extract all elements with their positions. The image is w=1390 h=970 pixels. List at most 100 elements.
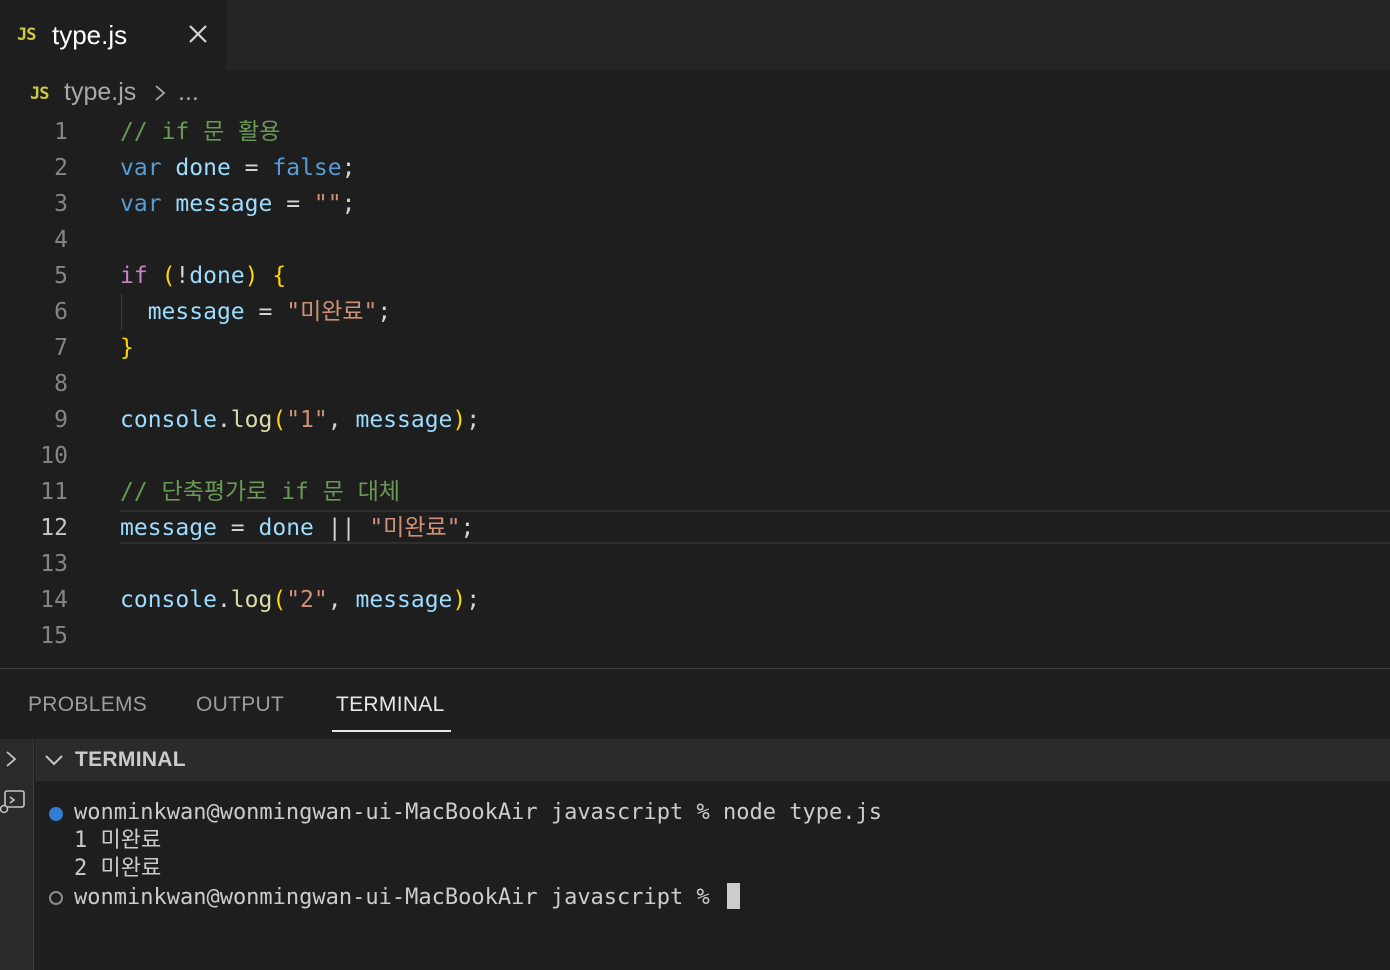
javascript-file-icon: JS xyxy=(17,25,37,45)
code-line[interactable]: 3 var message = ""; xyxy=(0,186,1390,222)
line-number: 6 xyxy=(54,299,68,325)
code-line[interactable]: 11 // 단축평가로 if 문 대체 xyxy=(0,474,1390,510)
code-line-active[interactable]: 12 message = done || "미완료"; xyxy=(0,510,1390,546)
terminal-icon[interactable] xyxy=(0,787,26,815)
code-token: if xyxy=(120,263,148,289)
code-token: ; xyxy=(377,299,392,325)
code-text: // if 문 활용 xyxy=(120,114,280,150)
command-idle-icon[interactable] xyxy=(49,891,63,905)
panel-tab-bar: PROBLEMS OUTPUT TERMINAL xyxy=(0,669,1390,739)
code-token: } xyxy=(120,335,134,361)
chevron-down-icon[interactable] xyxy=(44,753,64,767)
breadcrumb-file[interactable]: type.js xyxy=(64,78,136,107)
code-token: || xyxy=(327,515,356,541)
code-line[interactable]: 6 message = "미완료"; xyxy=(0,294,1390,330)
terminal-line: 2 미완료 xyxy=(74,856,162,881)
code-token: ) xyxy=(452,587,467,613)
code-token: false xyxy=(272,155,342,181)
tab-problems[interactable]: PROBLEMS xyxy=(28,693,147,717)
code-token: message xyxy=(355,407,453,433)
code-line[interactable]: 9 console.log("1", message); xyxy=(0,402,1390,438)
code-token: done xyxy=(189,263,245,289)
code-token: ) xyxy=(452,407,467,433)
code-token: done xyxy=(175,155,231,181)
code-line[interactable]: 4 xyxy=(0,222,1390,258)
line-number: 9 xyxy=(54,407,68,433)
code-token: ( xyxy=(272,407,287,433)
editor-tab-label: type.js xyxy=(52,20,128,50)
code-token: // 단축평가로 if 문 대체 xyxy=(120,479,401,505)
bottom-panel: PROBLEMS OUTPUT TERMINAL TERMINAL wonmin… xyxy=(0,668,1390,970)
terminal-section-header[interactable]: TERMINAL xyxy=(35,739,1390,781)
code-line[interactable]: 15 xyxy=(0,618,1390,654)
terminal-output[interactable]: wonminkwan@wonmingwan-ui-MacBookAir java… xyxy=(35,781,1390,970)
code-token: ! xyxy=(175,263,190,289)
code-line[interactable]: 14 console.log("2", message); xyxy=(0,582,1390,618)
tab-output[interactable]: OUTPUT xyxy=(196,693,284,717)
chevron-right-icon xyxy=(155,85,166,101)
code-line[interactable]: 13 xyxy=(0,546,1390,582)
code-text: console.log("2", message); xyxy=(120,582,480,618)
terminal-sidebar xyxy=(0,739,34,970)
code-token: var xyxy=(120,155,162,181)
code-token: ; xyxy=(341,155,356,181)
line-number: 7 xyxy=(54,335,68,361)
code-token: "" xyxy=(313,191,342,217)
terminal-prompt[interactable]: wonminkwan@wonmingwan-ui-MacBookAir java… xyxy=(74,883,741,912)
editor-tab-type-js[interactable]: JS type.js xyxy=(0,0,226,70)
line-number: 12 xyxy=(40,515,68,541)
code-token: message xyxy=(355,587,453,613)
breadcrumb-more[interactable]: ... xyxy=(178,78,199,107)
chevron-right-icon[interactable] xyxy=(3,749,19,769)
code-token: var xyxy=(120,191,162,217)
code-token: console xyxy=(120,587,217,613)
code-editor[interactable]: 1 // if 문 활용 2 var done = false; 3 var m… xyxy=(0,114,1390,668)
code-line[interactable]: 2 var done = false; xyxy=(0,150,1390,186)
code-token: = xyxy=(244,155,259,181)
code-token: "미완료" xyxy=(369,515,461,541)
tab-terminal[interactable]: TERMINAL xyxy=(336,693,445,717)
terminal-section-title: TERMINAL xyxy=(75,748,186,771)
code-token: ; xyxy=(466,587,481,613)
close-icon[interactable] xyxy=(186,22,210,46)
code-token: ( xyxy=(161,263,176,289)
code-token: = xyxy=(258,299,273,325)
code-text: console.log("1", message); xyxy=(120,402,480,438)
line-number: 8 xyxy=(54,371,68,397)
line-number: 1 xyxy=(54,119,68,145)
code-token: ; xyxy=(460,515,475,541)
code-text: message = done || "미완료"; xyxy=(120,510,474,546)
code-token: . xyxy=(216,407,231,433)
code-text: } xyxy=(120,330,134,366)
code-line[interactable]: 5 if (!done) { xyxy=(0,258,1390,294)
code-token: = xyxy=(230,515,245,541)
code-token: = xyxy=(286,191,301,217)
line-number: 2 xyxy=(54,155,68,181)
breadcrumb: JS type.js ... xyxy=(0,70,1390,114)
command-success-icon[interactable] xyxy=(49,807,63,821)
code-line[interactable]: 10 xyxy=(0,438,1390,474)
code-token: log xyxy=(230,407,273,433)
code-line[interactable]: 1 // if 문 활용 xyxy=(0,114,1390,150)
code-token: , xyxy=(327,587,342,613)
line-number: 11 xyxy=(40,479,68,505)
code-text: message = "미완료"; xyxy=(120,294,392,330)
terminal-cursor xyxy=(727,883,741,909)
code-text: // 단축평가로 if 문 대체 xyxy=(120,474,400,510)
active-tab-indicator xyxy=(332,730,451,732)
code-line[interactable]: 7 } xyxy=(0,330,1390,366)
code-line[interactable]: 8 xyxy=(0,366,1390,402)
line-number: 15 xyxy=(40,623,68,649)
